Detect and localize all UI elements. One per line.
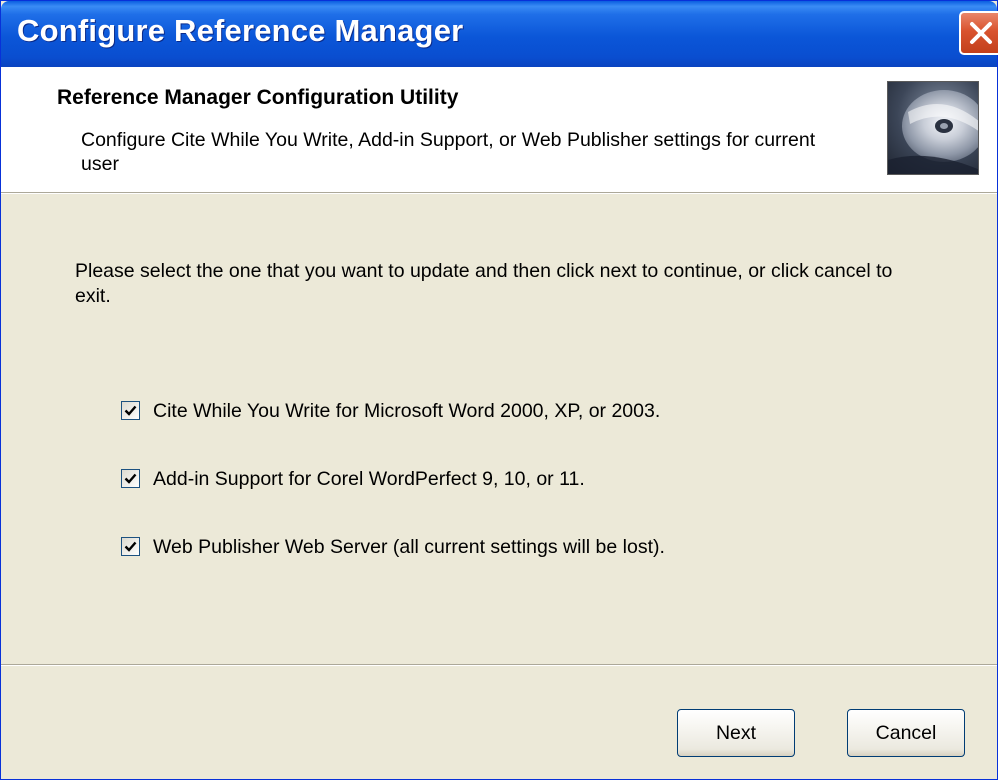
header-panel: Reference Manager Configuration Utility … xyxy=(1,67,997,192)
checkbox-web-publisher[interactable] xyxy=(121,537,140,556)
checkmark-icon xyxy=(124,541,137,552)
option-label: Cite While You Write for Microsoft Word … xyxy=(153,400,661,422)
checkmark-icon xyxy=(124,405,137,416)
checkbox-cite-while-you-write[interactable] xyxy=(121,401,140,420)
header-subtitle: Configure Cite While You Write, Add-in S… xyxy=(81,129,816,175)
instruction-text: Please select the one that you want to u… xyxy=(75,260,893,307)
footer-divider-highlight xyxy=(1,665,997,666)
title-bar[interactable]: Configure Reference Manager xyxy=(1,1,998,67)
cd-disc-icon xyxy=(887,81,979,175)
option-label: Add-in Support for Corel WordPerfect 9, … xyxy=(153,468,585,490)
checkmark-icon xyxy=(124,473,137,484)
dialog-window: Configure Reference Manager Reference Ma… xyxy=(0,0,998,780)
close-button[interactable] xyxy=(959,11,998,55)
next-button[interactable]: Next xyxy=(677,709,795,757)
close-icon xyxy=(970,22,992,44)
header-title: Reference Manager Configuration Utility xyxy=(57,86,459,109)
window-title: Configure Reference Manager xyxy=(17,13,464,48)
cancel-button[interactable]: Cancel xyxy=(847,709,965,757)
option-label: Web Publisher Web Server (all current se… xyxy=(153,536,665,558)
header-divider-highlight xyxy=(1,193,997,194)
checkbox-add-in-support[interactable] xyxy=(121,469,140,488)
